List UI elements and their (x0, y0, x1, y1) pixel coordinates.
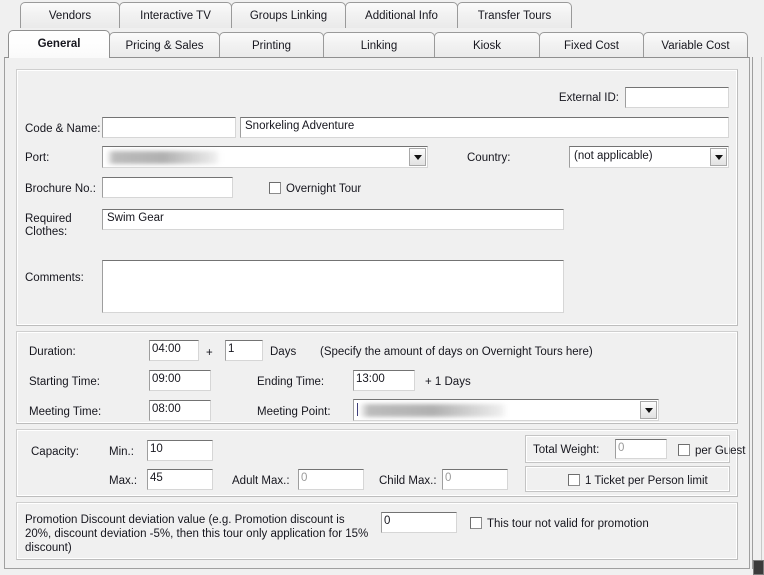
tab-content-inner: External ID: Code & Name: Snorkeling Adv… (8, 61, 746, 566)
promotion-group: Promotion Discount deviation value (e.g.… (16, 502, 738, 560)
capacity-min-label: Min.: (109, 446, 134, 458)
tab-fixed-cost[interactable]: Fixed Cost (539, 32, 644, 58)
checkbox-box-icon (470, 517, 482, 529)
tab-content-panel: External ID: Code & Name: Snorkeling Adv… (4, 57, 750, 569)
ending-plus-days-text: + 1 Days (425, 376, 471, 388)
total-weight-label: Total Weight: (533, 444, 600, 456)
required-clothes-label-line1: Required (25, 213, 72, 225)
tab-interactive-tv[interactable]: Interactive TV (119, 2, 232, 28)
capacity-label: Capacity: (31, 446, 79, 458)
duration-label: Duration: (29, 346, 76, 358)
child-max-input[interactable]: 0 (442, 469, 508, 490)
tab-row-upper: Vendors Interactive TV Groups Linking Addit… (20, 2, 572, 30)
timing-group: Duration: 04:00 + 1 Days (Specify the am… (16, 331, 738, 424)
ending-time-label: Ending Time: (257, 376, 325, 388)
not-valid-for-promotion-label: This tour not valid for promotion (487, 518, 649, 530)
meeting-time-label: Meeting Time: (29, 406, 102, 418)
brochure-no-label: Brochure No.: (25, 183, 96, 195)
general-info-group: External ID: Code & Name: Snorkeling Adv… (16, 69, 738, 326)
code-input[interactable] (102, 117, 236, 138)
tab-linking[interactable]: Linking (323, 32, 435, 58)
tab-pricing-sales[interactable]: Pricing & Sales (109, 32, 220, 58)
country-label: Country: (467, 152, 511, 164)
meeting-point-combobox[interactable] (353, 399, 659, 421)
tab-kiosk[interactable]: Kiosk (434, 32, 540, 58)
port-label: Port: (25, 152, 50, 164)
days-label: Days (270, 346, 297, 358)
starting-time-label: Starting Time: (29, 376, 100, 388)
capacity-min-input[interactable]: 10 (147, 440, 213, 461)
overnight-tour-label: Overnight Tour (286, 183, 362, 195)
country-combobox[interactable]: (not applicable) (569, 146, 729, 168)
per-guest-checkbox[interactable]: per Guest (678, 444, 746, 458)
duration-days-input[interactable]: 1 (225, 340, 263, 361)
name-input[interactable]: Snorkeling Adventure (240, 117, 729, 138)
duration-plus-sign: + (206, 347, 213, 359)
promotion-deviation-input[interactable]: 0 (381, 512, 457, 533)
tour-general-window: Vendors Interactive TV Groups Linking Addit… (0, 0, 764, 575)
adjacent-pane-edge (752, 57, 762, 569)
tab-vendors[interactable]: Vendors (20, 2, 120, 28)
tab-additional-info[interactable]: Additional Info (345, 2, 458, 28)
adult-max-label: Adult Max.: (232, 475, 290, 487)
adult-max-input[interactable]: 0 (298, 469, 364, 490)
external-id-input[interactable] (625, 87, 729, 108)
capacity-max-input[interactable]: 45 (147, 469, 213, 490)
port-combobox[interactable] (102, 146, 428, 168)
one-ticket-per-person-checkbox[interactable]: 1 Ticket per Person limit (568, 474, 708, 488)
checkbox-box-icon (568, 474, 580, 486)
tab-row-lower: General Pricing & Sales Printing Linking Kio… (8, 30, 748, 58)
external-id-label: External ID: (558, 92, 619, 104)
one-ticket-panel: 1 Ticket per Person limit (525, 466, 730, 492)
one-ticket-per-person-label: 1 Ticket per Person limit (585, 475, 708, 487)
meeting-point-label: Meeting Point: (257, 406, 331, 418)
port-redaction (107, 151, 221, 164)
starting-time-input[interactable]: 09:00 (149, 370, 211, 391)
required-clothes-input[interactable]: Swim Gear (102, 209, 564, 230)
meeting-point-chevron-down-icon[interactable] (640, 401, 657, 419)
overnight-hint-text: (Specify the amount of days on Overnight… (320, 346, 593, 358)
port-chevron-down-icon[interactable] (409, 148, 426, 166)
overnight-tour-checkbox[interactable]: Overnight Tour (269, 182, 361, 196)
ending-time-input[interactable]: 13:00 (353, 370, 415, 391)
capacity-group: Capacity: Min.: 10 Max.: 45 Adult Max.: … (16, 429, 746, 497)
tab-variable-cost[interactable]: Variable Cost (643, 32, 748, 58)
meeting-time-input[interactable]: 08:00 (149, 400, 211, 421)
meeting-point-redaction (360, 404, 508, 417)
comments-textarea[interactable] (102, 260, 564, 313)
comments-label: Comments: (25, 272, 84, 284)
total-weight-input[interactable]: 0 (615, 439, 667, 459)
checkbox-box-icon (269, 182, 281, 194)
duration-input[interactable]: 04:00 (149, 340, 199, 361)
total-weight-panel: Total Weight: 0 per Guest (525, 435, 746, 463)
checkbox-box-icon (678, 444, 690, 456)
tab-printing[interactable]: Printing (219, 32, 324, 58)
text-caret (357, 403, 358, 416)
tab-general[interactable]: General (8, 30, 110, 58)
capacity-max-label: Max.: (109, 475, 138, 487)
tab-transfer-tours[interactable]: Transfer Tours (457, 2, 572, 28)
per-guest-label: per Guest (695, 445, 746, 457)
tab-strip: Vendors Interactive TV Groups Linking Addit… (0, 0, 764, 60)
not-valid-for-promotion-checkbox[interactable]: This tour not valid for promotion (470, 517, 649, 531)
country-chevron-down-icon[interactable] (710, 148, 727, 166)
child-max-label: Child Max.: (379, 475, 437, 487)
required-clothes-label-line2: Clothes: (25, 226, 68, 238)
tab-groups-linking[interactable]: Groups Linking (231, 2, 346, 28)
resize-grip[interactable] (753, 560, 764, 575)
promotion-description: Promotion Discount deviation value (e.g.… (25, 514, 369, 554)
brochure-no-input[interactable] (102, 177, 233, 198)
code-name-label: Code & Name: (25, 123, 101, 135)
country-value: (not applicable) (574, 150, 653, 162)
